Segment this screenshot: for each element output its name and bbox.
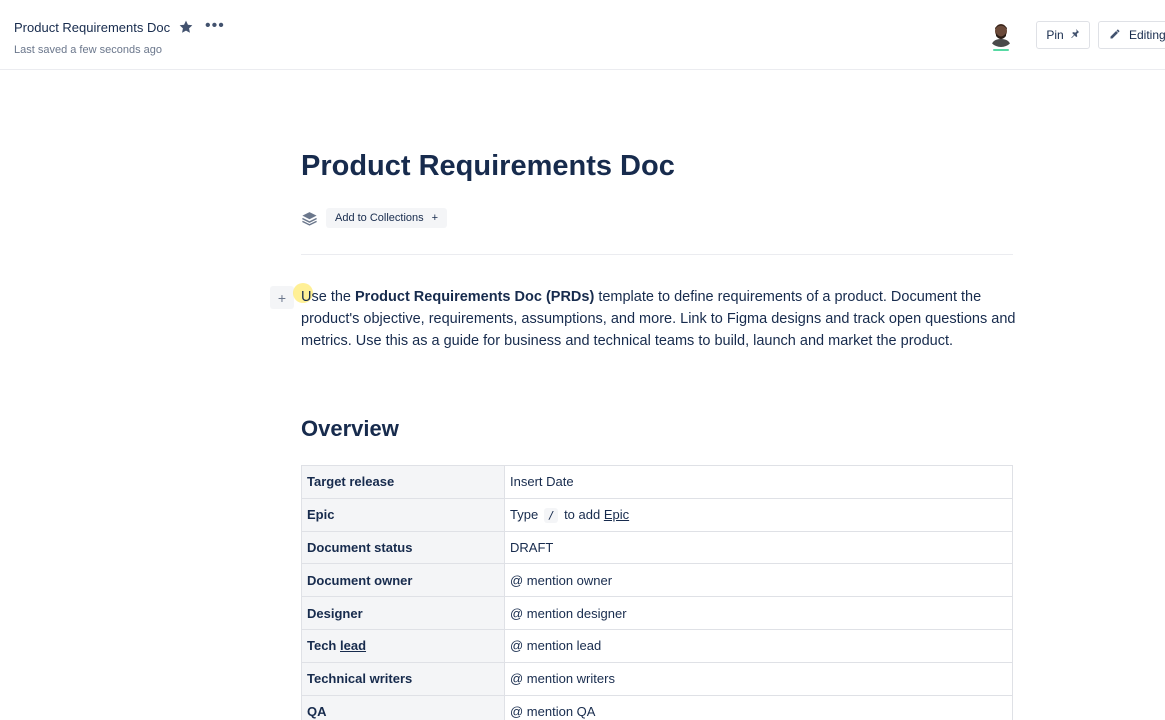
- table-value-cell[interactable]: @ mention owner: [504, 563, 1013, 598]
- overview-heading[interactable]: Overview: [301, 416, 399, 442]
- table-row: Designer @ mention designer: [301, 596, 1013, 630]
- table-label-cell[interactable]: Epic: [301, 497, 505, 532]
- add-to-collections-button[interactable]: Add to Collections +: [326, 208, 448, 228]
- top-bar: Product Requirements Doc Last saved a fe…: [0, 0, 1165, 70]
- lead-link[interactable]: lead: [340, 638, 366, 653]
- table-label-cell[interactable]: Document owner: [301, 563, 505, 598]
- pin-icon: [1069, 28, 1080, 42]
- insert-block-button[interactable]: +: [270, 286, 294, 309]
- table-row: Technical writers @ mention writers: [301, 661, 1013, 696]
- editing-button[interactable]: Editing: [1098, 21, 1165, 49]
- overview-table: Target release Insert Date Epic Type / t…: [301, 465, 1013, 720]
- table-row: Document status DRAFT: [301, 530, 1013, 565]
- table-label-cell[interactable]: QA: [301, 694, 505, 720]
- table-value-cell[interactable]: @ mention designer: [504, 596, 1013, 630]
- table-label-cell[interactable]: Tech lead: [301, 628, 505, 663]
- pin-label: Pin: [1046, 28, 1064, 42]
- table-value-cell[interactable]: Type / to add Epic: [504, 497, 1013, 532]
- star-icon[interactable]: [178, 19, 196, 37]
- table-label-cell[interactable]: Technical writers: [301, 661, 505, 696]
- more-icon[interactable]: •••: [205, 18, 225, 37]
- add-to-collections-label: Add to Collections: [335, 212, 424, 224]
- table-row: Epic Type / to add Epic: [301, 497, 1013, 532]
- table-row: Target release Insert Date: [301, 465, 1013, 499]
- table-value-cell[interactable]: Insert Date: [504, 465, 1013, 499]
- editing-label: Editing: [1129, 28, 1165, 42]
- table-value-cell[interactable]: @ mention QA: [504, 694, 1013, 720]
- divider: [301, 254, 1013, 255]
- page-title[interactable]: Product Requirements Doc: [301, 150, 675, 183]
- intro-paragraph[interactable]: Use the Product Requirements Doc (PRDs) …: [301, 286, 1017, 352]
- tech-prefix: Tech: [307, 638, 337, 654]
- epic-prefix: Type: [510, 507, 539, 523]
- table-row: QA @ mention QA: [301, 694, 1013, 720]
- epic-link[interactable]: Epic: [604, 507, 629, 522]
- table-value-cell[interactable]: @ mention writers: [504, 661, 1013, 696]
- collections-row: Add to Collections +: [301, 208, 448, 228]
- intro-text-start: Use the: [301, 289, 355, 305]
- intro-bold-text: Product Requirements Doc (PRDs): [355, 289, 595, 305]
- slash-code: /: [543, 508, 559, 524]
- epic-mid: to add: [564, 507, 601, 523]
- pin-button[interactable]: Pin: [1036, 21, 1090, 49]
- table-value-cell[interactable]: @ mention lead: [504, 628, 1013, 663]
- table-label-cell[interactable]: Designer: [301, 596, 505, 630]
- pencil-icon: [1109, 28, 1121, 43]
- doc-name[interactable]: Product Requirements Doc: [14, 20, 170, 35]
- table-label-cell[interactable]: Target release: [301, 465, 505, 499]
- avatar[interactable]: [988, 21, 1014, 47]
- plus-icon: +: [431, 212, 439, 224]
- table-label-cell[interactable]: Document status: [301, 530, 505, 565]
- table-value-cell[interactable]: DRAFT: [504, 530, 1013, 565]
- table-row: Document owner @ mention owner: [301, 563, 1013, 598]
- presence-indicator: [993, 49, 1009, 51]
- doc-meta: Product Requirements Doc Last saved a fe…: [14, 19, 170, 56]
- layers-icon: [301, 210, 318, 227]
- table-row: Tech lead @ mention lead: [301, 628, 1013, 663]
- saved-status: Last saved a few seconds ago: [14, 44, 162, 56]
